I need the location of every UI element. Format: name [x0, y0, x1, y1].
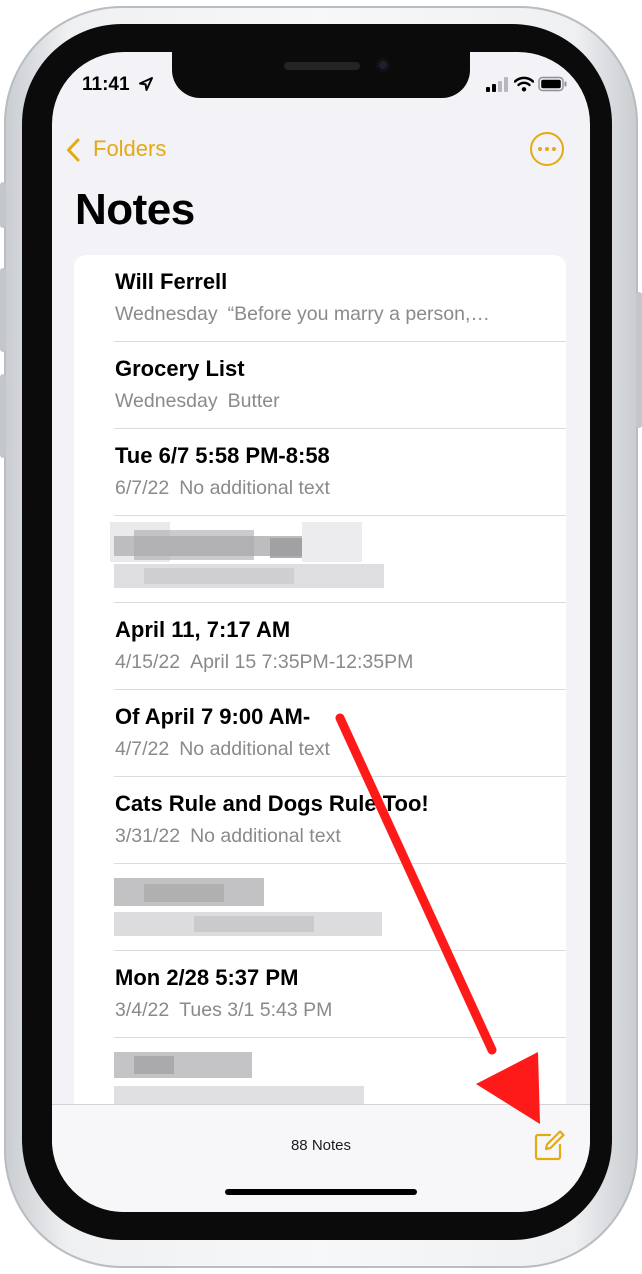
note-title: Cats Rule and Dogs Rule Too! [115, 791, 429, 816]
note-date: 6/7/22 [115, 477, 170, 499]
notch [172, 52, 470, 98]
redacted-blur [74, 516, 566, 603]
bottom-toolbar: 88 Notes [52, 1104, 590, 1212]
note-meta: 3/4/22 Tues 3/1 5:43 PM [115, 999, 555, 1022]
note-item-redacted[interactable] [74, 516, 566, 603]
redacted-blur [74, 864, 566, 951]
earpiece-speaker [284, 62, 360, 70]
chevron-left-icon[interactable] [66, 138, 80, 162]
mute-switch [0, 182, 6, 228]
note-date: 3/4/22 [115, 999, 170, 1021]
note-preview: April 15 7:35PM-12:35PM [190, 651, 414, 673]
note-preview: No additional text [179, 738, 330, 760]
note-meta: Wednesday Butter [115, 390, 555, 413]
note-item[interactable]: Of April 7 9:00 AM- 4/7/22 No additional … [74, 690, 566, 777]
note-preview: Tues 3/1 5:43 PM [179, 999, 333, 1021]
home-indicator [225, 1189, 417, 1195]
note-item[interactable]: Will Ferrell Wednesday “Before you marry … [74, 255, 566, 342]
note-meta: 4/7/22 No additional text [115, 738, 555, 761]
note-title: Grocery List [115, 356, 245, 381]
ellipsis-circle-icon[interactable] [530, 132, 564, 166]
note-date: Wednesday [115, 303, 218, 325]
note-preview: “Before you marry a person,… [227, 303, 490, 325]
note-date: Wednesday [115, 390, 218, 412]
note-title: Of April 7 9:00 AM- [115, 704, 311, 729]
note-preview: Butter [227, 390, 280, 412]
note-item-redacted[interactable] [74, 864, 566, 951]
note-meta: 3/31/22 No additional text [115, 825, 555, 848]
note-meta: 6/7/22 No additional text [115, 477, 555, 500]
compose-icon[interactable] [532, 1129, 566, 1163]
note-date: 3/31/22 [115, 825, 181, 847]
note-item[interactable]: Mon 2/28 5:37 PM 3/4/22 Tues 3/1 5:43 PM [74, 951, 566, 1038]
wifi-icon [514, 76, 534, 92]
front-camera [376, 58, 390, 72]
note-meta: 4/15/22 April 15 7:35PM-12:35PM [115, 651, 555, 674]
volume-up-button [0, 268, 6, 352]
status-time: 11:41 [82, 74, 130, 95]
volume-down-button [0, 374, 6, 458]
note-title: Mon 2/28 5:37 PM [115, 965, 299, 990]
cellular-signal-icon [486, 77, 508, 92]
back-to-folders-button[interactable]: Folders [93, 136, 166, 162]
note-item[interactable]: April 11, 7:17 AM 4/15/22 April 15 7:35PM… [74, 603, 566, 690]
battery-icon [538, 76, 567, 92]
note-item[interactable]: Tue 6/7 5:58 PM-8:58 6/7/22 No additional… [74, 429, 566, 516]
side-button [636, 292, 642, 428]
note-meta: Wednesday “Before you marry a person,… [115, 303, 555, 326]
note-title: Will Ferrell [115, 269, 228, 294]
notes-list: Will Ferrell Wednesday “Before you marry … [74, 255, 566, 1165]
location-arrow-icon [139, 77, 153, 91]
note-title: Tue 6/7 5:58 PM-8:58 [115, 443, 330, 468]
page-title: Notes [75, 185, 195, 234]
note-date: 4/15/22 [115, 651, 181, 673]
note-title: April 11, 7:17 AM [115, 617, 291, 642]
note-preview: No additional text [190, 825, 341, 847]
note-item[interactable]: Cats Rule and Dogs Rule Too! 3/31/22 No a… [74, 777, 566, 864]
screen: 11:41 Folders Notes Will Ferrell Wednesd… [52, 52, 590, 1212]
note-item[interactable]: Grocery List Wednesday Butter [74, 342, 566, 429]
note-count: 88 Notes [290, 1137, 352, 1154]
note-preview: No additional text [179, 477, 330, 499]
note-date: 4/7/22 [115, 738, 170, 760]
